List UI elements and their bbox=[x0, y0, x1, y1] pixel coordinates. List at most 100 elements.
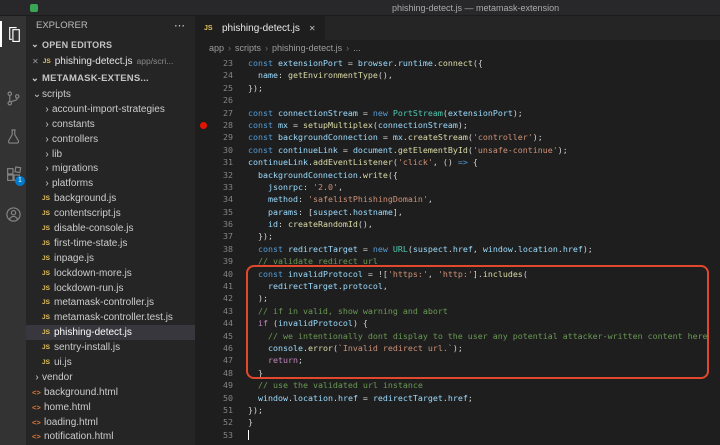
line-number[interactable]: 32 bbox=[195, 169, 233, 181]
tree-item-controllers[interactable]: controllers bbox=[26, 132, 195, 147]
code-line-46[interactable]: 46 console.error(`Invalid redirect url.`… bbox=[195, 342, 720, 354]
explorer-icon[interactable] bbox=[0, 21, 26, 47]
code-line-34[interactable]: 34 method: 'safelistPhishingDomain', bbox=[195, 193, 720, 205]
tree-item-phishing-detect.js[interactable]: phishing-detect.js bbox=[26, 325, 195, 340]
tree-item-first-time-state.js[interactable]: first-time-state.js bbox=[26, 236, 195, 251]
chevron-right-icon[interactable] bbox=[42, 178, 52, 189]
code-line-33[interactable]: 33 jsonrpc: '2.0', bbox=[195, 181, 720, 193]
chevron-right-icon[interactable] bbox=[42, 104, 52, 115]
tree-item-metamask-controller.test.js[interactable]: metamask-controller.test.js bbox=[26, 310, 195, 325]
tree-item-background.js[interactable]: background.js bbox=[26, 191, 195, 206]
more-actions-icon[interactable] bbox=[174, 16, 185, 37]
close-icon[interactable] bbox=[32, 57, 39, 66]
code-editor[interactable]: 23const extensionPort = browser.runtime.… bbox=[195, 55, 720, 445]
code-line-27[interactable]: 27const connectionStream = new PortStrea… bbox=[195, 107, 720, 119]
line-number[interactable]: 27 bbox=[195, 107, 233, 119]
line-number[interactable]: 35 bbox=[195, 206, 233, 218]
chevron-right-icon[interactable] bbox=[42, 149, 52, 160]
code-line-32[interactable]: 32 backgroundConnection.write({ bbox=[195, 169, 720, 181]
line-number[interactable]: 33 bbox=[195, 181, 233, 193]
code-line-53[interactable]: 53 bbox=[195, 429, 720, 441]
code-line-48[interactable]: 48 } bbox=[195, 367, 720, 379]
code-line-41[interactable]: 41 redirectTarget.protocol, bbox=[195, 280, 720, 292]
line-number[interactable]: 37 bbox=[195, 230, 233, 242]
code-line-26[interactable]: 26 bbox=[195, 94, 720, 106]
breadcrumb-item[interactable]: ... bbox=[353, 43, 361, 53]
line-number[interactable]: 40 bbox=[195, 268, 233, 280]
tree-item-home.html[interactable]: home.html bbox=[26, 400, 195, 415]
line-number[interactable]: 53 bbox=[195, 429, 233, 441]
line-number[interactable]: 48 bbox=[195, 367, 233, 379]
line-number[interactable]: 39 bbox=[195, 255, 233, 267]
code-line-37[interactable]: 37 }); bbox=[195, 230, 720, 242]
line-number[interactable]: 52 bbox=[195, 416, 233, 428]
code-line-50[interactable]: 50 window.location.href = redirectTarget… bbox=[195, 392, 720, 404]
code-line-43[interactable]: 43 // if in valid, show warning and abor… bbox=[195, 305, 720, 317]
chevron-right-icon[interactable] bbox=[42, 163, 52, 174]
line-number[interactable]: 42 bbox=[195, 292, 233, 304]
code-line-36[interactable]: 36 id: createRandomId(), bbox=[195, 218, 720, 230]
code-line-30[interactable]: 30const continueLink = document.getEleme… bbox=[195, 144, 720, 156]
tab-phishing-detect[interactable]: phishing-detect.js bbox=[195, 16, 325, 40]
line-number[interactable]: 44 bbox=[195, 317, 233, 329]
chevron-right-icon[interactable] bbox=[42, 119, 52, 130]
chevron-down-icon[interactable] bbox=[32, 89, 42, 100]
line-number[interactable]: 49 bbox=[195, 379, 233, 391]
workspace-root-header[interactable]: METAMASK-EXTENS... bbox=[26, 69, 195, 87]
line-number[interactable]: 25 bbox=[195, 82, 233, 94]
line-number[interactable]: 51 bbox=[195, 404, 233, 416]
tree-item-background.html[interactable]: background.html bbox=[26, 385, 195, 400]
code-line-49[interactable]: 49 // use the validated url instance bbox=[195, 379, 720, 391]
code-line-51[interactable]: 51}); bbox=[195, 404, 720, 416]
line-number[interactable]: 47 bbox=[195, 354, 233, 366]
tree-item-metamask-controller.js[interactable]: metamask-controller.js bbox=[26, 295, 195, 310]
tree-item-constants[interactable]: constants bbox=[26, 117, 195, 132]
tree-item-platforms[interactable]: platforms bbox=[26, 176, 195, 191]
line-number[interactable]: 45 bbox=[195, 330, 233, 342]
tree-item-disable-console.js[interactable]: disable-console.js bbox=[26, 221, 195, 236]
code-line-47[interactable]: 47 return; bbox=[195, 354, 720, 366]
account-icon[interactable] bbox=[0, 201, 26, 227]
tree-item-loading.html[interactable]: loading.html bbox=[26, 415, 195, 430]
breakpoint-dot[interactable] bbox=[200, 122, 207, 129]
line-number[interactable]: 34 bbox=[195, 193, 233, 205]
code-line-42[interactable]: 42 ); bbox=[195, 292, 720, 304]
line-number[interactable]: 38 bbox=[195, 243, 233, 255]
code-line-44[interactable]: 44 if (invalidProtocol) { bbox=[195, 317, 720, 329]
source-control-icon[interactable] bbox=[0, 85, 26, 111]
open-editor-item[interactable]: phishing-detect.js app/scri... bbox=[26, 53, 195, 69]
tree-item-inpage.js[interactable]: inpage.js bbox=[26, 251, 195, 266]
tree-item-sentry-install.js[interactable]: sentry-install.js bbox=[26, 340, 195, 355]
code-line-35[interactable]: 35 params: [suspect.hostname], bbox=[195, 206, 720, 218]
code-line-39[interactable]: 39 // validate redirect url bbox=[195, 255, 720, 267]
code-line-31[interactable]: 31continueLink.addEventListener('click',… bbox=[195, 156, 720, 168]
tree-item-ui.js[interactable]: ui.js bbox=[26, 355, 195, 370]
tree-item-account-import-strategies[interactable]: account-import-strategies bbox=[26, 102, 195, 117]
code-line-25[interactable]: 25}); bbox=[195, 82, 720, 94]
line-number[interactable]: 46 bbox=[195, 342, 233, 354]
code-line-52[interactable]: 52} bbox=[195, 416, 720, 428]
chevron-right-icon[interactable] bbox=[42, 134, 52, 145]
tree-item-notification.html[interactable]: notification.html bbox=[26, 429, 195, 444]
line-number[interactable]: 36 bbox=[195, 218, 233, 230]
code-line-29[interactable]: 29const backgroundConnection = mx.create… bbox=[195, 131, 720, 143]
code-line-23[interactable]: 23const extensionPort = browser.runtime.… bbox=[195, 57, 720, 69]
line-number[interactable]: 31 bbox=[195, 156, 233, 168]
code-line-24[interactable]: 24 name: getEnvironmentType(), bbox=[195, 69, 720, 81]
tree-item-vendor[interactable]: vendor bbox=[26, 370, 195, 385]
tree-item-contentscript.js[interactable]: contentscript.js bbox=[26, 206, 195, 221]
code-line-45[interactable]: 45 // we intentionally dont display to t… bbox=[195, 330, 720, 342]
close-icon[interactable] bbox=[309, 24, 316, 33]
line-number[interactable]: 30 bbox=[195, 144, 233, 156]
line-number[interactable]: 24 bbox=[195, 69, 233, 81]
tree-item-lib[interactable]: lib bbox=[26, 147, 195, 162]
breadcrumb-item[interactable]: phishing-detect.js bbox=[272, 43, 342, 53]
code-line-38[interactable]: 38 const redirectTarget = new URL(suspec… bbox=[195, 243, 720, 255]
extensions-icon[interactable]: 1 bbox=[0, 161, 26, 187]
tree-item-lockdown-more.js[interactable]: lockdown-more.js bbox=[26, 266, 195, 281]
line-number[interactable]: 29 bbox=[195, 131, 233, 143]
tree-item-migrations[interactable]: migrations bbox=[26, 161, 195, 176]
breadcrumb-item[interactable]: app bbox=[209, 43, 224, 53]
code-line-28[interactable]: 28const mx = setupMultiplex(connectionSt… bbox=[195, 119, 720, 131]
line-number[interactable]: 23 bbox=[195, 57, 233, 69]
